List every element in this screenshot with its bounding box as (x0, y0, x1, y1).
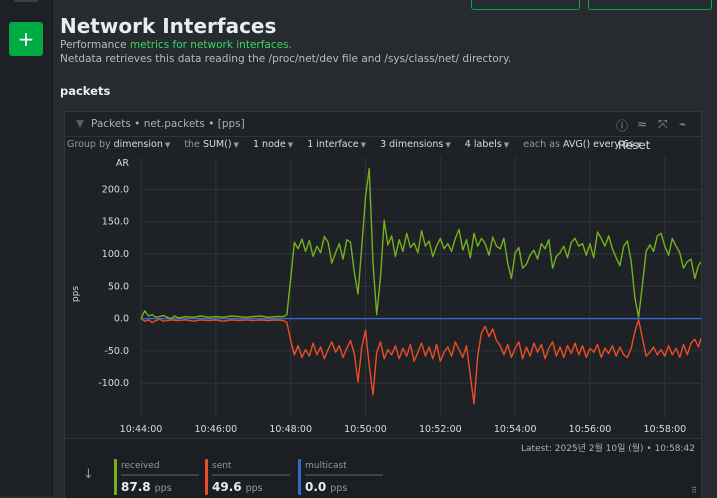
y-tick-label: -50.0 (104, 346, 129, 357)
legend-name: received (121, 461, 160, 471)
y-tick-label: 200.0 (102, 184, 129, 195)
chevron-down-icon: ▼ (360, 141, 367, 149)
legend-color-bar (114, 459, 117, 495)
chevron-down-icon: ▼ (164, 141, 171, 149)
x-tick-label: 10:46:00 (194, 424, 237, 435)
arrow-down-icon[interactable]: ↓ (83, 467, 94, 482)
legend-value-wrap: 87.8 pps (121, 480, 172, 494)
x-tick-label: 10:54:00 (494, 424, 537, 435)
legend-underline (212, 474, 290, 476)
legend-item-sent[interactable]: sent 49.6 pps (205, 459, 290, 497)
y-tick-label: -100.0 (98, 378, 129, 389)
chart-panel: 200.0 150.0 100.0 50.0 0.0 -50.0 -100.0 AR 10:44… (64, 111, 702, 498)
page-description-2: Netdata retrieves this data reading the … (60, 53, 512, 65)
legend-unit: pps (330, 483, 348, 494)
group-by-label: Group by (67, 139, 111, 150)
aggregation-dropdown[interactable]: SUM() (203, 139, 232, 150)
rail-divider (14, 0, 38, 2)
nodes-dropdown[interactable]: 1 node (253, 139, 286, 150)
anomaly-icon[interactable]: ≈ (637, 117, 647, 131)
x-tick-label: 10:52:00 (419, 424, 462, 435)
legend-unit: pps (245, 483, 263, 494)
legend-name: sent (212, 461, 232, 471)
y-tick-label: 150.0 (102, 217, 129, 228)
chevron-down-icon: ▼ (445, 141, 451, 149)
legend-name: multicast (305, 461, 347, 471)
x-tick-label: 10:58:00 (643, 424, 686, 435)
legend-value-wrap: 49.6 pps (212, 480, 263, 494)
top-action-button-2[interactable] (588, 0, 712, 10)
description-link[interactable]: metrics for network interfaces. (130, 39, 292, 51)
chevron-down-icon: ▼ (233, 141, 239, 149)
interfaces-dropdown[interactable]: 1 interface (307, 139, 358, 150)
chart-controls: Group by dimension ▼ the SUM() ▼ 1 node ▼ 1… (67, 139, 641, 150)
alert-icon[interactable]: ⌁ (679, 117, 686, 131)
chart-title: Packets • net.packets • [pps] (91, 118, 245, 130)
info-icon[interactable]: ⓘ (616, 117, 628, 134)
drag-handle-icon[interactable] (76, 120, 84, 128)
each-as-label: each as (523, 139, 560, 150)
legend-value: 0.0 (305, 480, 327, 494)
fullscreen-icon[interactable]: ⤧ (658, 117, 668, 132)
y-top-label: AR (116, 158, 129, 169)
legend-item-multicast[interactable]: multicast 0.0 pps (298, 459, 383, 497)
section-title: packets (60, 84, 111, 98)
legend-value-wrap: 0.0 pps (305, 480, 347, 494)
labels-dropdown[interactable]: 4 labels (465, 139, 502, 150)
legend-underline (121, 474, 199, 476)
legend-color-bar (205, 459, 208, 495)
legend-unit: pps (154, 483, 172, 494)
chevron-down-icon: ▼ (503, 141, 510, 149)
y-tick-label: 0.0 (114, 314, 129, 325)
x-tick-label: 10:48:00 (269, 424, 312, 435)
latest-timestamp: Latest: 2025년 2월 10일 (월) • 10:58:42 (521, 444, 695, 454)
legend-value: 49.6 (212, 480, 242, 494)
legend-item-received[interactable]: received 87.8 pps (114, 459, 199, 497)
y-tick-label: 100.0 (102, 249, 129, 260)
add-button[interactable]: + (9, 22, 43, 56)
page-description-1: Performance metrics for network interfac… (60, 39, 292, 51)
chart-plot[interactable]: 200.0 150.0 100.0 50.0 0.0 -50.0 -100.0 AR 10:44… (65, 112, 701, 438)
chevron-down-icon: ▼ (287, 141, 294, 149)
series-sent (140, 318, 701, 405)
reset-button[interactable]: Reset (618, 138, 650, 152)
x-tick-label: 10:44:00 (120, 424, 163, 435)
aggregation-label: the (184, 139, 200, 150)
series-received (140, 167, 701, 320)
page-title: Network Interfaces (60, 14, 277, 38)
legend-underline (305, 474, 383, 476)
chart-legend: Latest: 2025년 2월 10일 (월) • 10:58:42 ↓ re… (65, 438, 701, 498)
chart-header: Packets • net.packets • [pps] ⓘ ≈ ⤧ ⌁ (65, 112, 701, 137)
x-tick-label: 10:50:00 (344, 424, 387, 435)
left-rail: + (0, 0, 53, 496)
x-tick-label: 10:56:00 (569, 424, 612, 435)
top-action-button-1[interactable] (471, 0, 580, 10)
y-axis-label: pps (71, 286, 81, 302)
legend-value: 87.8 (121, 480, 151, 494)
description-prefix: Performance (60, 39, 130, 51)
dimensions-dropdown[interactable]: 3 dimensions (380, 139, 443, 150)
group-by-dropdown[interactable]: dimension (114, 139, 163, 150)
legend-color-bar (298, 459, 301, 495)
resize-handle-icon[interactable]: ⠿ (691, 486, 697, 495)
y-tick-label: 50.0 (108, 281, 129, 292)
